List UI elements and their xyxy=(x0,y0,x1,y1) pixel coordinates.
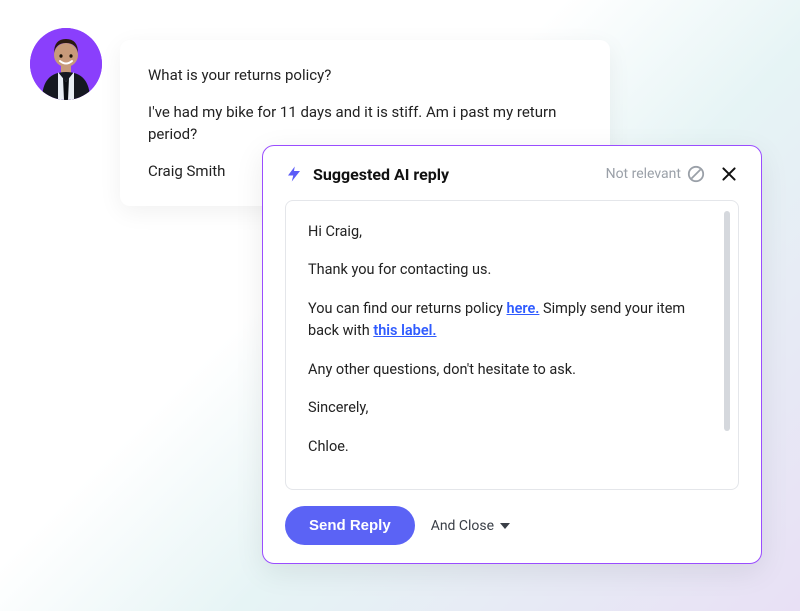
chevron-down-icon xyxy=(500,523,510,529)
reply-signoff: Sincerely, xyxy=(308,397,716,419)
reply-scrollbar[interactable] xyxy=(724,211,730,479)
bolt-icon xyxy=(285,164,303,184)
avatar-placeholder-icon xyxy=(30,28,102,100)
reply-questions: Any other questions, don't hesitate to a… xyxy=(308,359,716,381)
returns-policy-link[interactable]: here. xyxy=(507,300,540,317)
reply-policy-paragraph: You can find our returns policy here. Si… xyxy=(308,298,716,343)
reply-footer: Send Reply And Close xyxy=(285,506,739,545)
message-line-2: I've had my bike for 11 days and it is s… xyxy=(148,101,582,146)
reply-agent-name: Chloe. xyxy=(308,436,716,458)
reply-panel-title: Suggested AI reply xyxy=(313,165,606,184)
cancel-icon xyxy=(687,165,705,183)
close-icon xyxy=(721,166,737,182)
not-relevant-label: Not relevant xyxy=(606,166,681,182)
return-label-link[interactable]: this label. xyxy=(373,322,436,339)
and-close-label: And Close xyxy=(431,518,494,534)
scrollbar-thumb[interactable] xyxy=(724,211,730,431)
reply-panel-header: Suggested AI reply Not relevant xyxy=(285,164,739,184)
not-relevant-button[interactable]: Not relevant xyxy=(606,165,705,183)
and-close-dropdown[interactable]: And Close xyxy=(431,518,510,534)
customer-avatar xyxy=(30,28,102,100)
close-button[interactable] xyxy=(719,164,739,184)
reply-thanks: Thank you for contacting us. xyxy=(308,259,716,281)
reply-policy-pre: You can find our returns policy xyxy=(308,300,507,317)
send-reply-button[interactable]: Send Reply xyxy=(285,506,415,545)
message-line-1: What is your returns policy? xyxy=(148,64,582,87)
reply-body[interactable]: Hi Craig, Thank you for contacting us. Y… xyxy=(285,200,739,490)
reply-greeting: Hi Craig, xyxy=(308,221,716,243)
suggested-reply-panel: Suggested AI reply Not relevant Hi Craig… xyxy=(262,145,762,564)
